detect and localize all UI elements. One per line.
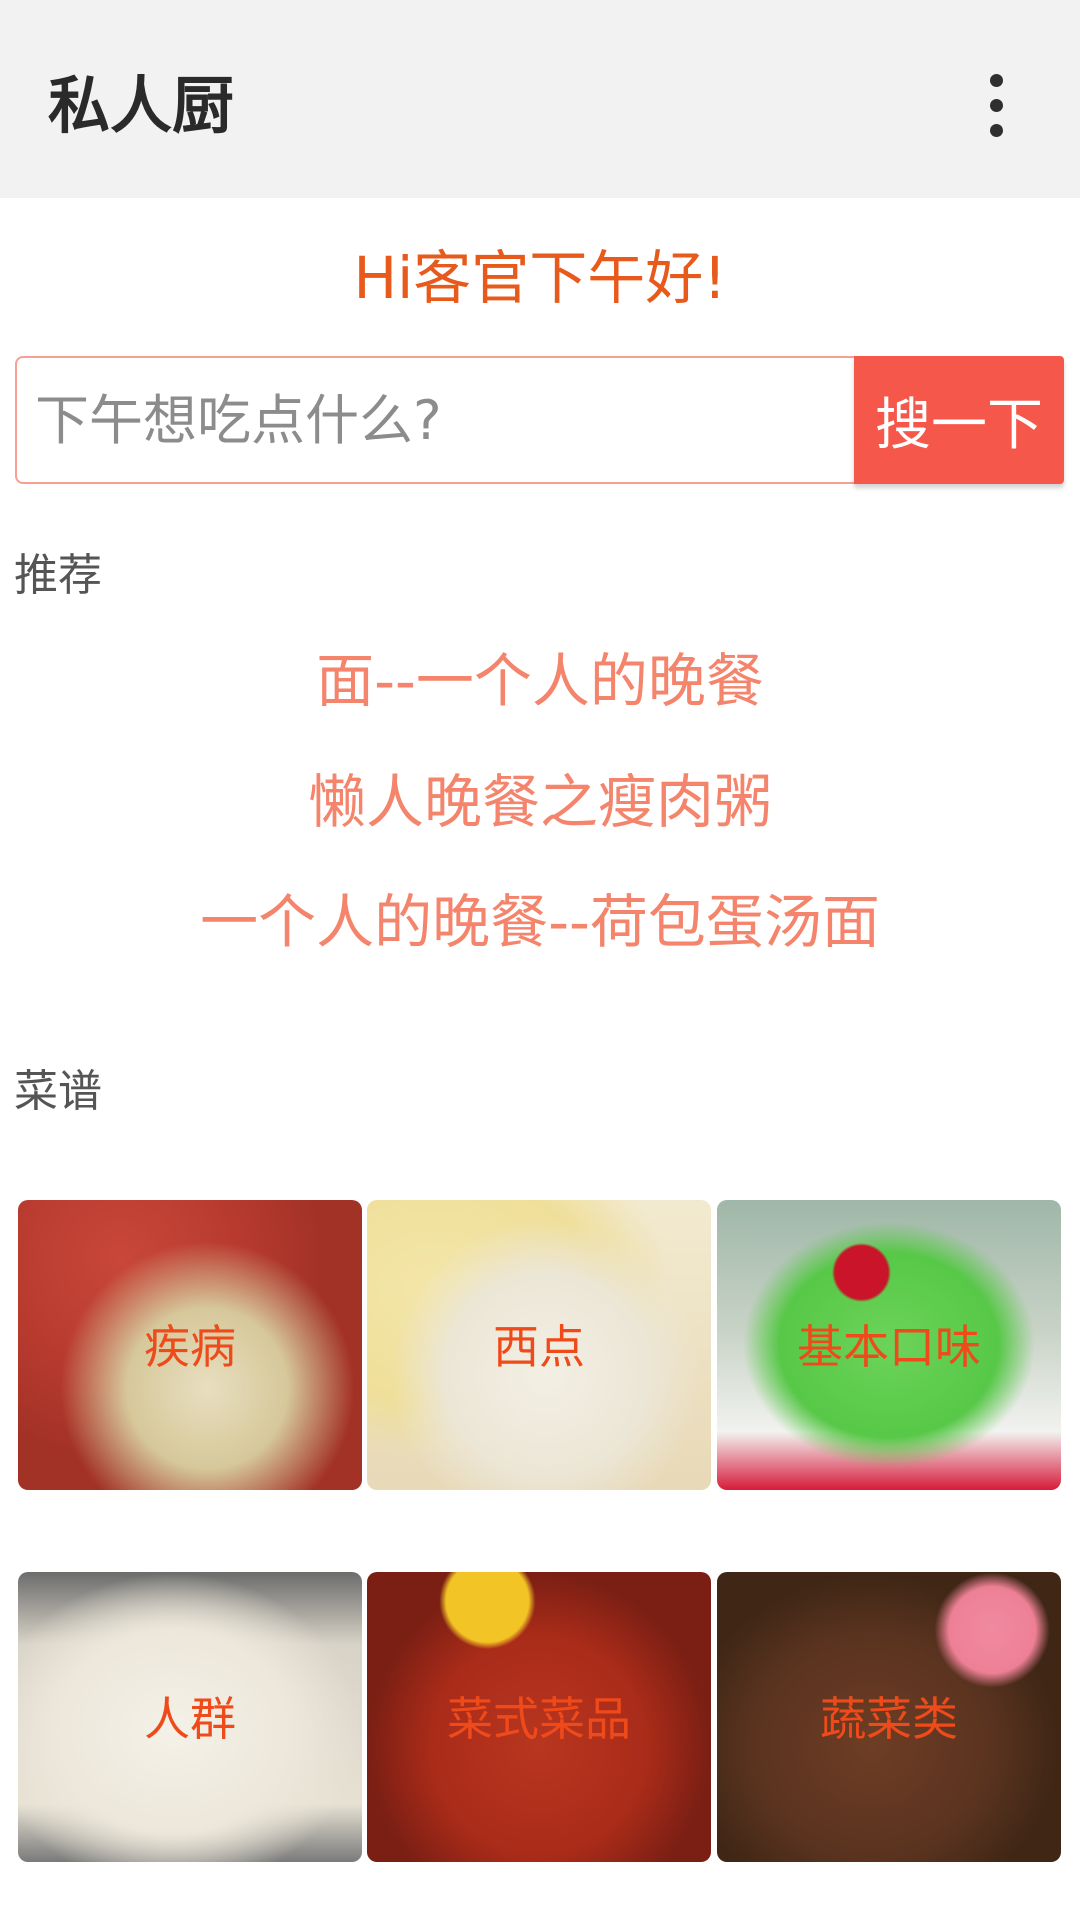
more-vert-icon[interactable] [970,60,1022,150]
recommend-link[interactable]: 一个人的晚餐--荷包蛋汤面 [0,882,1080,962]
recipe-category-tile[interactable]: 蔬菜类 [717,1572,1061,1862]
greeting-text: Hi客官下午好! [353,244,727,312]
recipe-category-label: 人群 [144,1692,236,1746]
recipe-category-label: 基本口味 [797,1320,981,1374]
search-button[interactable]: 搜一下 [854,356,1064,484]
recipe-category-label: 菜式菜品 [447,1692,631,1746]
app-title: 私人厨 [48,69,235,142]
recommend-link[interactable]: 懒人晚餐之瘦肉粥 [0,762,1080,842]
app-bar: 私人厨 [0,0,1080,198]
recipe-category-tile[interactable]: 人群 [18,1572,362,1862]
overflow-dot [989,123,1003,137]
recipe-category-tile[interactable]: 西点 [367,1200,711,1490]
recommend-link[interactable]: 面--一个人的晚餐 [0,641,1080,721]
recommend-section-title: 推荐 [14,550,102,601]
recipe-category-tile[interactable]: 菜式菜品 [367,1572,711,1862]
search-input[interactable] [15,356,855,484]
recipes-section-title: 菜谱 [14,1066,102,1117]
recipe-category-label: 西点 [493,1320,585,1374]
overflow-dot [989,73,1003,87]
overflow-dot [989,98,1003,112]
recipe-category-tile[interactable]: 疾病 [18,1200,362,1490]
recipe-category-tile[interactable]: 基本口味 [717,1200,1061,1490]
recipe-category-label: 蔬菜类 [820,1692,958,1746]
recipe-category-label: 疾病 [144,1320,236,1374]
